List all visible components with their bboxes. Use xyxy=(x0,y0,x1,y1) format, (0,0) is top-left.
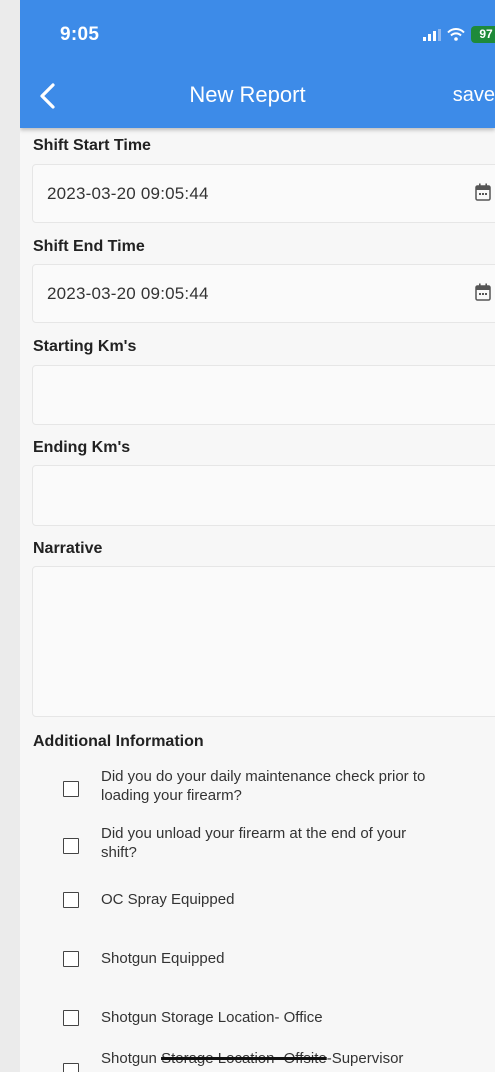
calendar-icon[interactable] xyxy=(475,183,491,201)
ending-km-field[interactable] xyxy=(32,465,495,526)
shotgun-offsite-label: Shotgun Storage Location- Offsite-Superv… xyxy=(101,1050,404,1067)
starting-km-label: Starting Km's xyxy=(33,338,137,355)
wifi-icon xyxy=(447,28,465,41)
save-button[interactable]: save xyxy=(453,84,495,107)
oc-spray-label: OC Spray Equipped xyxy=(101,891,235,908)
app-bar: 9:05 97 New Report save xyxy=(20,0,495,128)
shotgun-equipped-label: Shotgun Equipped xyxy=(101,950,225,967)
starting-km-field[interactable] xyxy=(32,365,495,425)
shotgun-office-checkbox[interactable] xyxy=(63,1010,79,1026)
shift-start-label: Shift Start Time xyxy=(33,137,151,154)
status-time: 9:05 xyxy=(60,24,100,45)
shift-start-field[interactable]: 2023-03-20 09:05:44 xyxy=(32,164,495,223)
narrative-field[interactable] xyxy=(32,566,495,717)
oc-spray-checkbox[interactable] xyxy=(63,892,79,908)
signal-icon xyxy=(423,28,441,41)
battery-icon: 97 xyxy=(471,26,495,43)
shotgun-office-label: Shotgun Storage Location- Office xyxy=(101,1009,323,1026)
unload-firearm-checkbox[interactable] xyxy=(63,838,79,854)
narrative-label: Narrative xyxy=(33,540,103,557)
calendar-icon[interactable] xyxy=(475,283,491,301)
shift-end-label: Shift End Time xyxy=(33,238,145,255)
unload-firearm-label: Did you unload your firearm at the end o… xyxy=(101,825,407,861)
maintenance-check-label: Did you do your daily maintenance check … xyxy=(101,768,426,804)
shotgun-offsite-checkbox[interactable] xyxy=(63,1063,79,1072)
ending-km-label: Ending Km's xyxy=(33,439,131,456)
status-icons: 97 xyxy=(423,26,495,43)
additional-info-heading: Additional Information xyxy=(33,733,204,750)
shift-end-value: 2023-03-20 09:05:44 xyxy=(47,284,209,303)
struck-text: Storage Location- Offsite xyxy=(161,1050,327,1067)
shift-end-field[interactable]: 2023-03-20 09:05:44 xyxy=(32,264,495,323)
shotgun-equipped-checkbox[interactable] xyxy=(63,951,79,967)
page-title: New Report xyxy=(189,82,306,107)
maintenance-check-checkbox[interactable] xyxy=(63,781,79,797)
report-screen: 9:05 97 New Report save Shift Start Time… xyxy=(20,0,495,1072)
shift-start-value: 2023-03-20 09:05:44 xyxy=(47,184,209,203)
